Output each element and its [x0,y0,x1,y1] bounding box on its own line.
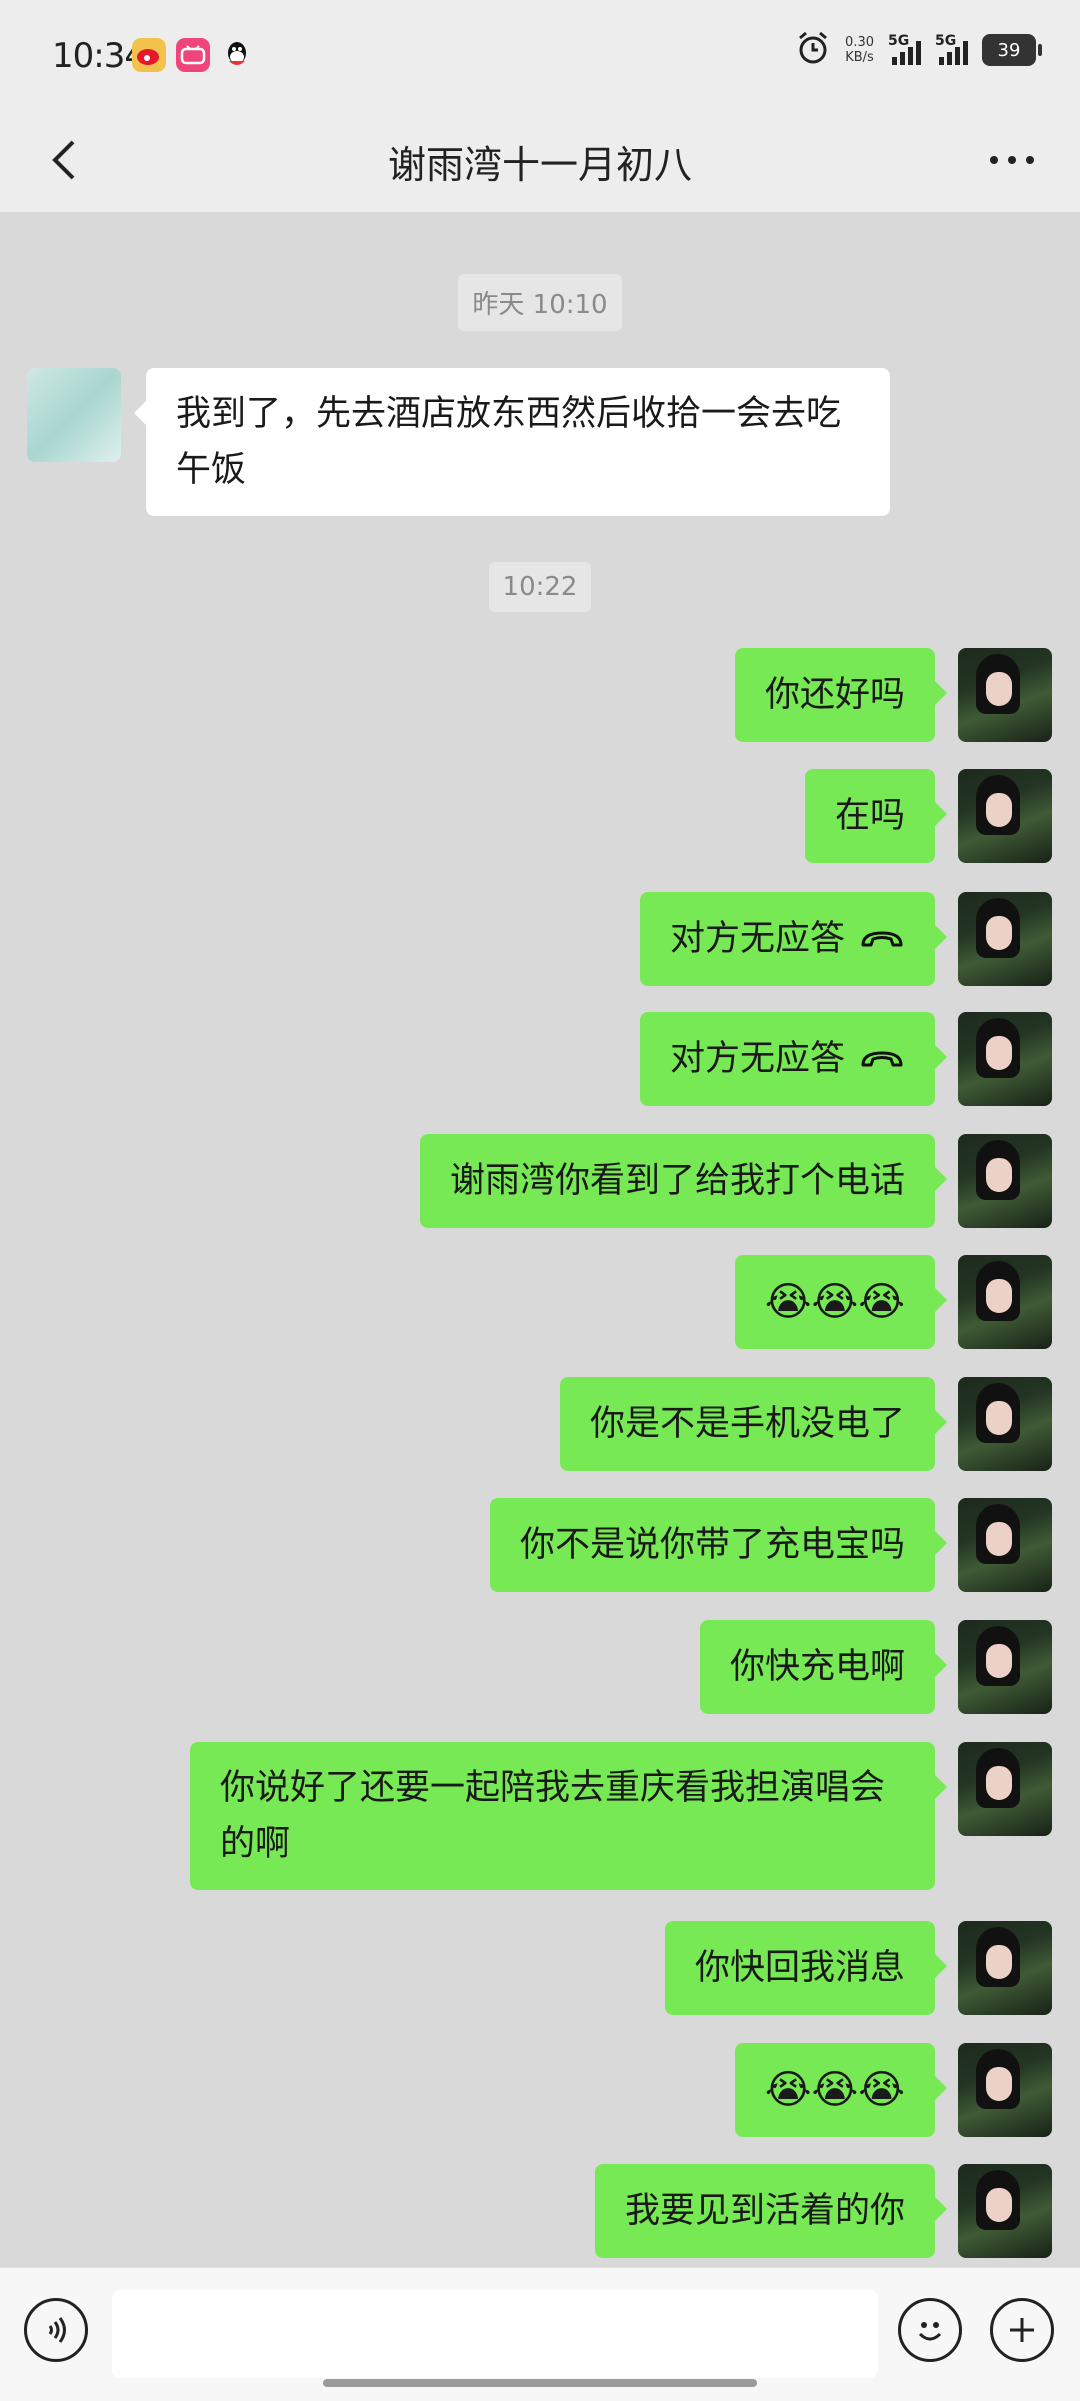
avatar-me[interactable] [958,1012,1052,1106]
home-indicator[interactable] [323,2379,757,2387]
avatar-me[interactable] [958,769,1052,863]
alarm-icon [795,30,831,70]
avatar-me[interactable] [958,2164,1052,2258]
message-text: 对方无应答 [669,919,845,959]
chat-title: 谢雨湾十一月初八 [387,143,692,187]
avatar-me[interactable] [958,1134,1052,1228]
message-bubble-me[interactable]: 对方无应答 [639,892,948,987]
notification-icons [132,38,254,72]
avatar-me[interactable] [958,1255,1052,1349]
voice-icon [48,2317,66,2343]
message-bubble-me[interactable]: 你快充电啊 [699,1620,948,1714]
message-bubble-me[interactable]: 在吗 [804,769,948,863]
message-bubble-me[interactable]: 你是不是手机没电了 [559,1377,948,1471]
more-dots-icon [990,156,1034,164]
emoji-icon [918,2322,942,2341]
avatar-me[interactable] [958,648,1052,742]
signal-sim2: 5G [935,33,968,65]
avatar-me[interactable] [958,1377,1052,1471]
chat-area[interactable]: 昨天 10:10 我到了，先去酒店放东西然后收拾一会去吃午饭 10:22 你还好… [0,212,1080,2267]
add-button[interactable] [990,2298,1054,2362]
signal-sim1: 5G [888,33,921,65]
message-text: 对方无应答 [669,1039,845,1079]
timestamp: 昨天 10:10 [0,274,1080,331]
avatar-other[interactable] [27,368,121,462]
battery-indicator: 39 [982,34,1042,66]
message-bubble-me[interactable]: 😭😭😭 [734,1255,948,1349]
message-bubble-me[interactable]: 你还好吗 [734,648,948,742]
message-bubble-me[interactable]: 你快回我消息 [664,1921,948,2015]
avatar-me[interactable] [958,1742,1052,1836]
status-right: 0.30 KB/s 5G 5G 39 [795,30,1042,70]
message-bubble-me[interactable]: 对方无应答 [639,1012,948,1107]
top-bar: 10:34 0.30 KB/s 5G 5G 39 谢雨湾十一月初八 [0,0,1080,212]
chat-header: 谢雨湾十一月初八 [0,110,1080,212]
avatar-me[interactable] [958,1620,1052,1714]
avatar-me[interactable] [958,2043,1052,2137]
net-speed: 0.30 KB/s [845,35,874,65]
hangup-icon [859,1013,905,1107]
weibo-icon [132,38,166,72]
status-bar: 10:34 0.30 KB/s 5G 5G 39 [0,0,1080,110]
message-bubble-me[interactable]: 你说好了还要一起陪我去重庆看我担演唱会的啊 [190,1742,947,1890]
avatar-me[interactable] [958,1498,1052,1592]
more-button[interactable] [984,140,1040,180]
avatar-me[interactable] [958,1921,1052,2015]
qq-icon [220,38,254,72]
message-bubble-me[interactable]: 我要见到活着的你 [594,2164,948,2258]
message-bubble-me[interactable]: 你不是说你带了充电宝吗 [489,1498,948,1592]
timestamp: 10:22 [0,562,1080,612]
message-bubble-me[interactable]: 😭😭😭 [734,2043,948,2137]
avatar-me[interactable] [958,892,1052,986]
hangup-icon [859,893,905,987]
input-bar [0,2267,1080,2401]
voice-button[interactable] [24,2298,88,2362]
bilibili-icon [176,38,210,72]
message-input[interactable] [112,2290,878,2378]
plus-icon [1010,2318,1034,2342]
emoji-button[interactable] [898,2298,962,2362]
message-bubble-other[interactable]: 我到了，先去酒店放东西然后收拾一会去吃午饭 [134,368,890,516]
message-bubble-me[interactable]: 谢雨湾你看到了给我打个电话 [419,1134,948,1228]
